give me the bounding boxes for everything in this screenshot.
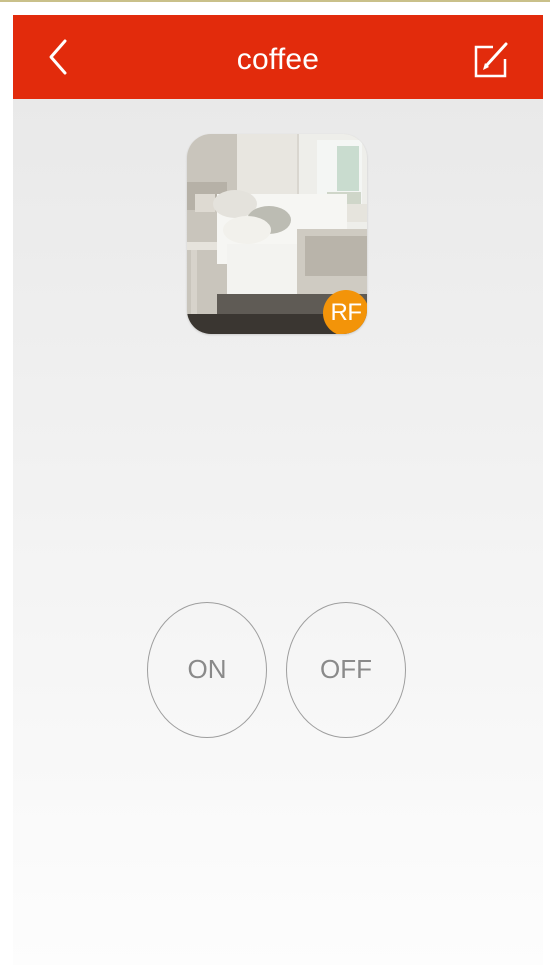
app-screen: coffee RF ON OFF xyxy=(0,0,550,965)
edit-icon xyxy=(474,42,508,78)
device-image[interactable]: RF xyxy=(187,134,367,334)
app-header: coffee xyxy=(13,15,543,99)
page-title: coffee xyxy=(236,43,320,76)
off-button[interactable]: OFF xyxy=(286,602,406,738)
rf-badge: RF xyxy=(323,290,367,334)
on-button[interactable]: ON xyxy=(147,602,267,738)
main-content: RF ON OFF xyxy=(13,99,543,965)
edit-button[interactable] xyxy=(473,39,509,79)
